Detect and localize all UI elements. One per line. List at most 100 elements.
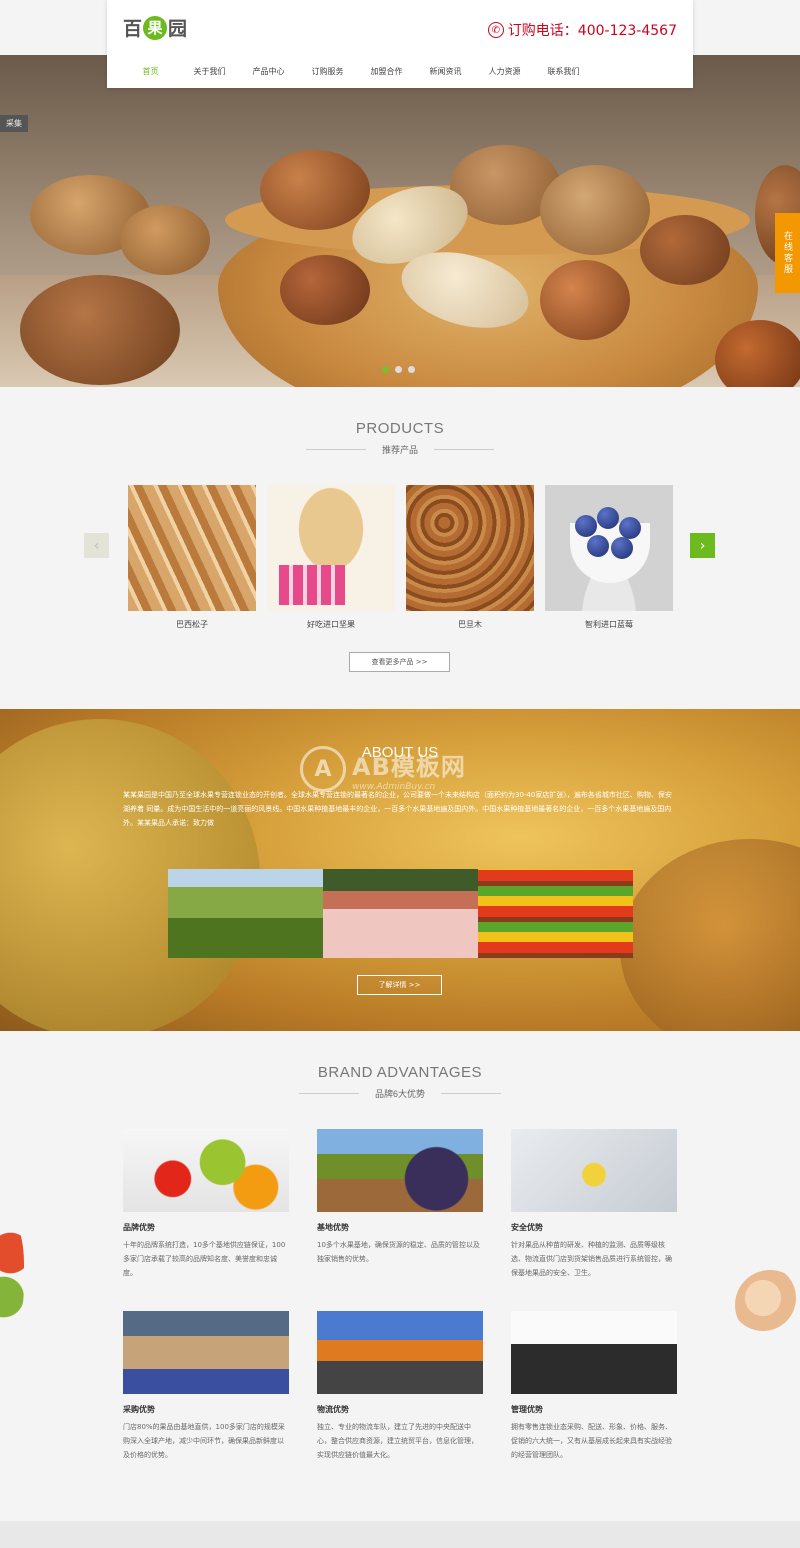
nut-image bbox=[120, 205, 210, 275]
advantage-title: 管理优势 bbox=[511, 1405, 543, 1414]
advantage-title: 品牌优势 bbox=[123, 1223, 155, 1232]
product-name[interactable]: 巴旦木 bbox=[406, 619, 534, 630]
lab-test-image bbox=[511, 1129, 677, 1212]
advantage-desc: 门店80%的果品由基地直供，100多家门店的规模采购深入全球产地，减少中间环节，… bbox=[123, 1423, 285, 1459]
product-card[interactable]: 巴旦木 bbox=[406, 485, 534, 630]
advantage-desc: 针对果品从种苗的研发、种植的监测、品质等级核选、物流直供门店到货架销售品质进行系… bbox=[511, 1241, 672, 1277]
advantage-card: 管理优势 拥有零售连锁业态采购、配送、形象、价格、服务、促销的六大统一，又有从基… bbox=[511, 1311, 677, 1476]
phone-text: 订购电话：400-123-4567 bbox=[507, 23, 677, 39]
nut-image bbox=[260, 150, 370, 230]
team-image bbox=[511, 1311, 677, 1394]
about-gallery bbox=[168, 869, 633, 958]
watermark-logo-icon: A bbox=[300, 746, 346, 792]
watermark: A AB模板网 www.AdminBuy.cn bbox=[300, 734, 510, 804]
advantage-title: 安全优势 bbox=[511, 1223, 543, 1232]
nut-image bbox=[540, 260, 630, 340]
advantage-desc: 拥有零售连锁业态采购、配送、形象、价格、服务、促销的六大统一，又有从基层成长起来… bbox=[511, 1423, 672, 1459]
blueberry bbox=[619, 517, 641, 539]
advantage-card: 品牌优势 十年的品牌系统打造，10多个基地供应链保证，100多家门店承载了较高的… bbox=[123, 1129, 289, 1294]
truck-image bbox=[317, 1311, 483, 1394]
nav-franchise[interactable]: 加盟合作 bbox=[357, 66, 416, 77]
hero-dot[interactable] bbox=[408, 366, 415, 373]
nut-image bbox=[540, 165, 650, 255]
leaf-background bbox=[620, 839, 800, 1031]
divider-line bbox=[298, 1093, 359, 1094]
fruit-decoration bbox=[735, 1270, 800, 1340]
advantage-card: 安全优势 针对果品从种苗的研发、种植的监测、品质等级核选、物流直供门店到货架销售… bbox=[511, 1129, 677, 1294]
fruit-basket-image bbox=[123, 1129, 289, 1212]
nav-contact[interactable]: 联系我们 bbox=[534, 66, 593, 77]
hero-pagination bbox=[382, 366, 415, 373]
products-title-cn-row: 推荐产品 bbox=[0, 443, 800, 456]
site-logo[interactable]: 百 果 园 bbox=[123, 14, 187, 41]
footer-strip bbox=[0, 1521, 800, 1548]
blueberry bbox=[611, 537, 633, 559]
product-image-pine-nut[interactable] bbox=[128, 485, 256, 611]
advantages-title-cn-row: 品牌6大优势 bbox=[0, 1087, 800, 1100]
product-image-blueberry[interactable] bbox=[545, 485, 673, 611]
advantages-heading: BRAND ADVANTAGES 品牌6大优势 bbox=[0, 1064, 800, 1100]
advantage-desc: 十年的品牌系统打造，10多个基地供应链保证，100多家门店承载了较高的品牌知名度… bbox=[123, 1241, 286, 1277]
hero-dot[interactable] bbox=[395, 366, 402, 373]
nut-can-image bbox=[279, 565, 345, 605]
product-name[interactable]: 智利进口蓝莓 bbox=[545, 619, 673, 630]
products-heading: PRODUCTS 推荐产品 bbox=[0, 420, 800, 456]
grape-farm-image bbox=[317, 1129, 483, 1212]
watermark-url: www.AdminBuy.cn bbox=[352, 781, 436, 792]
product-card[interactable]: 好吃进口坚果 bbox=[267, 485, 395, 630]
more-products-button[interactable]: 查看更多产品 >> bbox=[349, 652, 450, 672]
order-phone: ✆ 订购电话：400-123-4567 bbox=[487, 20, 677, 40]
fruit-decoration bbox=[0, 1220, 24, 1330]
hero-banner[interactable]: 采集 bbox=[0, 55, 800, 387]
products-prev-arrow[interactable]: ‹ bbox=[84, 533, 109, 558]
divider-line bbox=[441, 1093, 501, 1094]
divider-line bbox=[305, 449, 366, 450]
product-carousel: 巴西松子 好吃进口坚果 巴旦木 智利进口蓝莓 bbox=[128, 485, 673, 630]
page: 采集 百 果 园 ✆ 订购电话：400-123-4567 首页 关于我们 产品中… bbox=[0, 0, 800, 1548]
nav-about[interactable]: 关于我们 bbox=[180, 66, 239, 77]
product-image-almond[interactable] bbox=[406, 485, 534, 611]
advantage-desc: 10多个水果基地，确保货源的稳定、品质的管控以及独家销售的优势。 bbox=[317, 1241, 480, 1263]
site-header: 百 果 园 ✆ 订购电话：400-123-4567 首页 关于我们 产品中心 订… bbox=[107, 0, 693, 88]
products-title-cn: 推荐产品 bbox=[381, 445, 418, 455]
online-service-button[interactable]: 在线客服 bbox=[775, 213, 800, 293]
product-card[interactable]: 巴西松子 bbox=[128, 485, 256, 630]
vineyard-image bbox=[168, 869, 323, 958]
advantages-title-en: BRAND ADVANTAGES bbox=[317, 1064, 483, 1081]
main-nav: 首页 关于我们 产品中心 订购服务 加盟合作 新闻资讯 人力资源 联系我们 bbox=[121, 66, 593, 77]
blueberry bbox=[575, 515, 597, 537]
logo-char: 百 bbox=[123, 18, 143, 40]
advantage-title: 基地优势 bbox=[317, 1223, 349, 1232]
nut-image bbox=[640, 215, 730, 285]
hero-tag: 采集 bbox=[0, 115, 28, 132]
nav-home[interactable]: 首页 bbox=[121, 66, 180, 77]
advantage-card: 采购优势 门店80%的果品由基地直供，100多家门店的规模采购深入全球产地，减少… bbox=[123, 1311, 289, 1476]
advantage-desc: 独立、专业的物流车队，建立了先进的中央配送中心，整合供应商资源，建立统贸平台，信… bbox=[317, 1423, 478, 1459]
advantages-title-cn: 品牌6大优势 bbox=[374, 1089, 425, 1099]
nav-news[interactable]: 新闻资讯 bbox=[416, 66, 475, 77]
advantage-card: 物流优势 独立、专业的物流车队，建立了先进的中央配送中心，整合供应商资源，建立统… bbox=[317, 1311, 483, 1476]
advantage-title: 采购优势 bbox=[123, 1405, 155, 1414]
nav-hr[interactable]: 人力资源 bbox=[475, 66, 534, 77]
nut-image bbox=[280, 255, 370, 325]
product-name[interactable]: 巴西松子 bbox=[128, 619, 256, 630]
logo-apple-icon: 果 bbox=[143, 15, 168, 40]
blueberry bbox=[587, 535, 609, 557]
hero-dot[interactable] bbox=[382, 366, 389, 373]
learn-more-button[interactable]: 了解详情 >> bbox=[357, 975, 442, 995]
advantage-card: 基地优势 10多个水果基地，确保货源的稳定、品质的管控以及独家销售的优势。 bbox=[317, 1129, 483, 1294]
nav-products[interactable]: 产品中心 bbox=[239, 66, 298, 77]
products-next-arrow[interactable]: › bbox=[690, 533, 715, 558]
product-image-nuts[interactable] bbox=[267, 485, 395, 611]
divider-line bbox=[434, 449, 494, 450]
fruit-shelf-image bbox=[478, 869, 633, 958]
advantages-grid: 品牌优势 十年的品牌系统打造，10多个基地供应链保证，100多家门店承载了较高的… bbox=[123, 1129, 677, 1476]
warehouse-image bbox=[123, 1311, 289, 1394]
product-name[interactable]: 好吃进口坚果 bbox=[267, 619, 395, 630]
nav-order[interactable]: 订购服务 bbox=[298, 66, 357, 77]
phone-icon: ✆ bbox=[487, 22, 504, 38]
advantage-title: 物流优势 bbox=[317, 1405, 349, 1414]
watermark-brand: AB模板网 bbox=[352, 752, 466, 781]
product-card[interactable]: 智利进口蓝莓 bbox=[545, 485, 673, 630]
products-title-en: PRODUCTS bbox=[355, 420, 445, 437]
